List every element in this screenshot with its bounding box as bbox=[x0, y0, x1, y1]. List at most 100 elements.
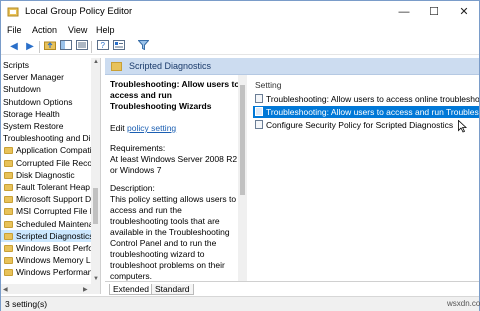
tree-item[interactable]: Windows Memory Lea bbox=[1, 254, 91, 266]
tree-item-label: Corrupted File Recove bbox=[16, 157, 91, 168]
group-policy-app-icon bbox=[7, 7, 19, 17]
tree-item[interactable]: System Restore bbox=[1, 120, 91, 132]
tree-item-label: Windows Memory Lea bbox=[16, 255, 91, 266]
tree-item[interactable]: Windows Performanc bbox=[1, 266, 91, 278]
setting-label: Configure Security Policy for Scripted D… bbox=[266, 120, 454, 130]
tree-item-label: Troubleshooting and Di bbox=[3, 133, 91, 144]
tree-item[interactable]: Shutdown Options bbox=[1, 96, 91, 108]
tree-item[interactable]: Scripts bbox=[1, 59, 91, 71]
close-button[interactable]: ✕ bbox=[449, 1, 479, 23]
folder-icon bbox=[4, 245, 13, 252]
scroll-right-icon[interactable]: ▶ bbox=[83, 286, 88, 293]
tree-item-label: Shutdown bbox=[3, 84, 41, 95]
svg-text:?: ? bbox=[101, 41, 106, 50]
folder-icon bbox=[4, 257, 13, 265]
status-bar: 3 setting(s) bbox=[1, 296, 479, 311]
edit-prefix: Edit bbox=[110, 123, 128, 133]
menu-file[interactable]: File bbox=[7, 25, 22, 35]
setting-label: Troubleshooting: Allow users to access a… bbox=[266, 107, 479, 117]
tree-item-label: Disk Diagnostic bbox=[16, 169, 75, 180]
menu-action[interactable]: Action bbox=[32, 25, 57, 35]
tree-item-label: System Restore bbox=[3, 121, 64, 131]
scroll-up-icon[interactable]: ▲ bbox=[93, 59, 99, 65]
tab-extended[interactable]: Extended bbox=[109, 284, 153, 295]
tree-item[interactable]: Shutdown bbox=[1, 83, 91, 95]
edit-policy-setting-link[interactable]: policy setting bbox=[127, 123, 176, 133]
tree-item[interactable]: Windows Boot Perfor bbox=[1, 242, 91, 254]
tree-item-label: Windows Boot Perfor bbox=[16, 243, 91, 253]
tree-item-label: Fault Tolerant Heap bbox=[16, 182, 91, 192]
watermark: wsxdn.com bbox=[447, 299, 480, 308]
folder-up-icon[interactable] bbox=[43, 40, 57, 54]
tree-scroll-thumb[interactable] bbox=[93, 188, 98, 224]
folder-icon bbox=[4, 159, 13, 167]
export-list-icon[interactable] bbox=[75, 40, 89, 54]
tree-item-label: Shutdown Options bbox=[3, 96, 73, 107]
tree-item[interactable]: Corrupted File Recove bbox=[1, 157, 91, 169]
tree-item-label: Storage Health bbox=[3, 108, 60, 119]
forward-icon[interactable]: ▶ bbox=[23, 40, 37, 54]
tree-item[interactable]: Storage Health bbox=[1, 108, 91, 120]
tree-item[interactable]: Application Compatibi bbox=[1, 144, 91, 156]
filter-icon[interactable] bbox=[136, 40, 150, 54]
tree-item-label: Application Compatibi bbox=[16, 145, 91, 156]
column-header-setting[interactable]: Setting bbox=[255, 80, 281, 90]
tree-item-label: Scheduled Maintenan bbox=[16, 218, 91, 229]
toolbar: ◀ ▶ ? bbox=[1, 39, 479, 55]
setting-row[interactable]: Troubleshooting: Allow users to access o… bbox=[253, 93, 479, 105]
description-text: Description: This policy setting allows … bbox=[110, 183, 237, 281]
menu-help[interactable]: Help bbox=[96, 25, 115, 35]
description-pane: Troubleshooting: Allow users to access a… bbox=[105, 75, 250, 281]
back-icon[interactable]: ◀ bbox=[7, 40, 21, 54]
toolbar-separator bbox=[39, 41, 40, 53]
policy-setting-icon bbox=[255, 120, 263, 129]
setting-row[interactable]: Configure Security Policy for Scripted D… bbox=[253, 119, 479, 131]
folder-icon bbox=[4, 269, 13, 277]
title-bar: Local Group Policy Editor — ☐ ✕ bbox=[1, 1, 479, 23]
folder-icon bbox=[4, 232, 13, 240]
scroll-down-icon[interactable]: ▼ bbox=[93, 276, 99, 282]
tree-item[interactable]: Scripted Diagnostics bbox=[1, 229, 91, 242]
details-header-title: Scripted Diagnostics bbox=[129, 61, 212, 71]
folder-icon bbox=[111, 62, 122, 71]
show-hide-tree-icon[interactable] bbox=[59, 40, 73, 54]
scroll-left-icon[interactable]: ◀ bbox=[3, 286, 8, 293]
tab-standard[interactable]: Standard bbox=[151, 284, 194, 295]
folder-icon bbox=[4, 184, 13, 191]
tree-item[interactable]: Disk Diagnostic bbox=[1, 169, 91, 181]
policy-setting-icon bbox=[255, 107, 263, 116]
tree-item[interactable]: Scheduled Maintenan bbox=[1, 218, 91, 230]
menu-view[interactable]: View bbox=[68, 25, 87, 35]
folder-icon bbox=[4, 147, 13, 155]
help-icon[interactable]: ? bbox=[96, 40, 110, 54]
window-title: Local Group Policy Editor bbox=[25, 6, 133, 17]
policy-setting-icon bbox=[255, 94, 263, 103]
maximize-button[interactable]: ☐ bbox=[419, 1, 449, 23]
folder-icon bbox=[4, 171, 13, 179]
tree-item-label: Scripted Diagnostics bbox=[16, 230, 91, 241]
tree-pane[interactable]: Scripts Server Manager Shutdown Shutdown Op… bbox=[1, 58, 101, 294]
app-window: Local Group Policy Editor — ☐ ✕ File Act… bbox=[0, 0, 480, 311]
tree-item-label: Windows Performanc bbox=[16, 267, 91, 278]
tree-item-label: Scripts bbox=[3, 60, 29, 70]
toolbar-separator bbox=[91, 41, 92, 53]
properties-icon[interactable] bbox=[112, 40, 126, 54]
setting-row[interactable]: Troubleshooting: Allow users to access a… bbox=[253, 106, 479, 118]
setting-label: Troubleshooting: Allow users to access o… bbox=[266, 94, 479, 104]
tree-item-label: Microsoft Support Dia bbox=[16, 194, 91, 205]
minimize-button[interactable]: — bbox=[389, 1, 419, 23]
folder-icon bbox=[4, 220, 13, 228]
tree-item[interactable]: Microsoft Support Dia bbox=[1, 193, 91, 205]
folder-icon bbox=[4, 208, 13, 216]
requirements-text: Requirements: At least Windows Server 20… bbox=[110, 143, 238, 175]
policy-title: Troubleshooting: Allow users to access a… bbox=[110, 79, 240, 111]
tree-item[interactable]: MSI Corrupted File Re bbox=[1, 205, 91, 217]
folder-icon bbox=[4, 196, 13, 204]
description-scroll-thumb[interactable] bbox=[240, 85, 245, 195]
tree-vertical-scrollbar[interactable] bbox=[91, 58, 100, 284]
edit-line: Edit policy setting bbox=[110, 123, 176, 133]
tree-item[interactable]: Troubleshooting and Di bbox=[1, 132, 91, 144]
tree-item[interactable]: Server Manager bbox=[1, 71, 91, 83]
tree-item[interactable]: Fault Tolerant Heap bbox=[1, 181, 91, 193]
tree-item-label: MSI Corrupted File Re bbox=[16, 206, 91, 217]
